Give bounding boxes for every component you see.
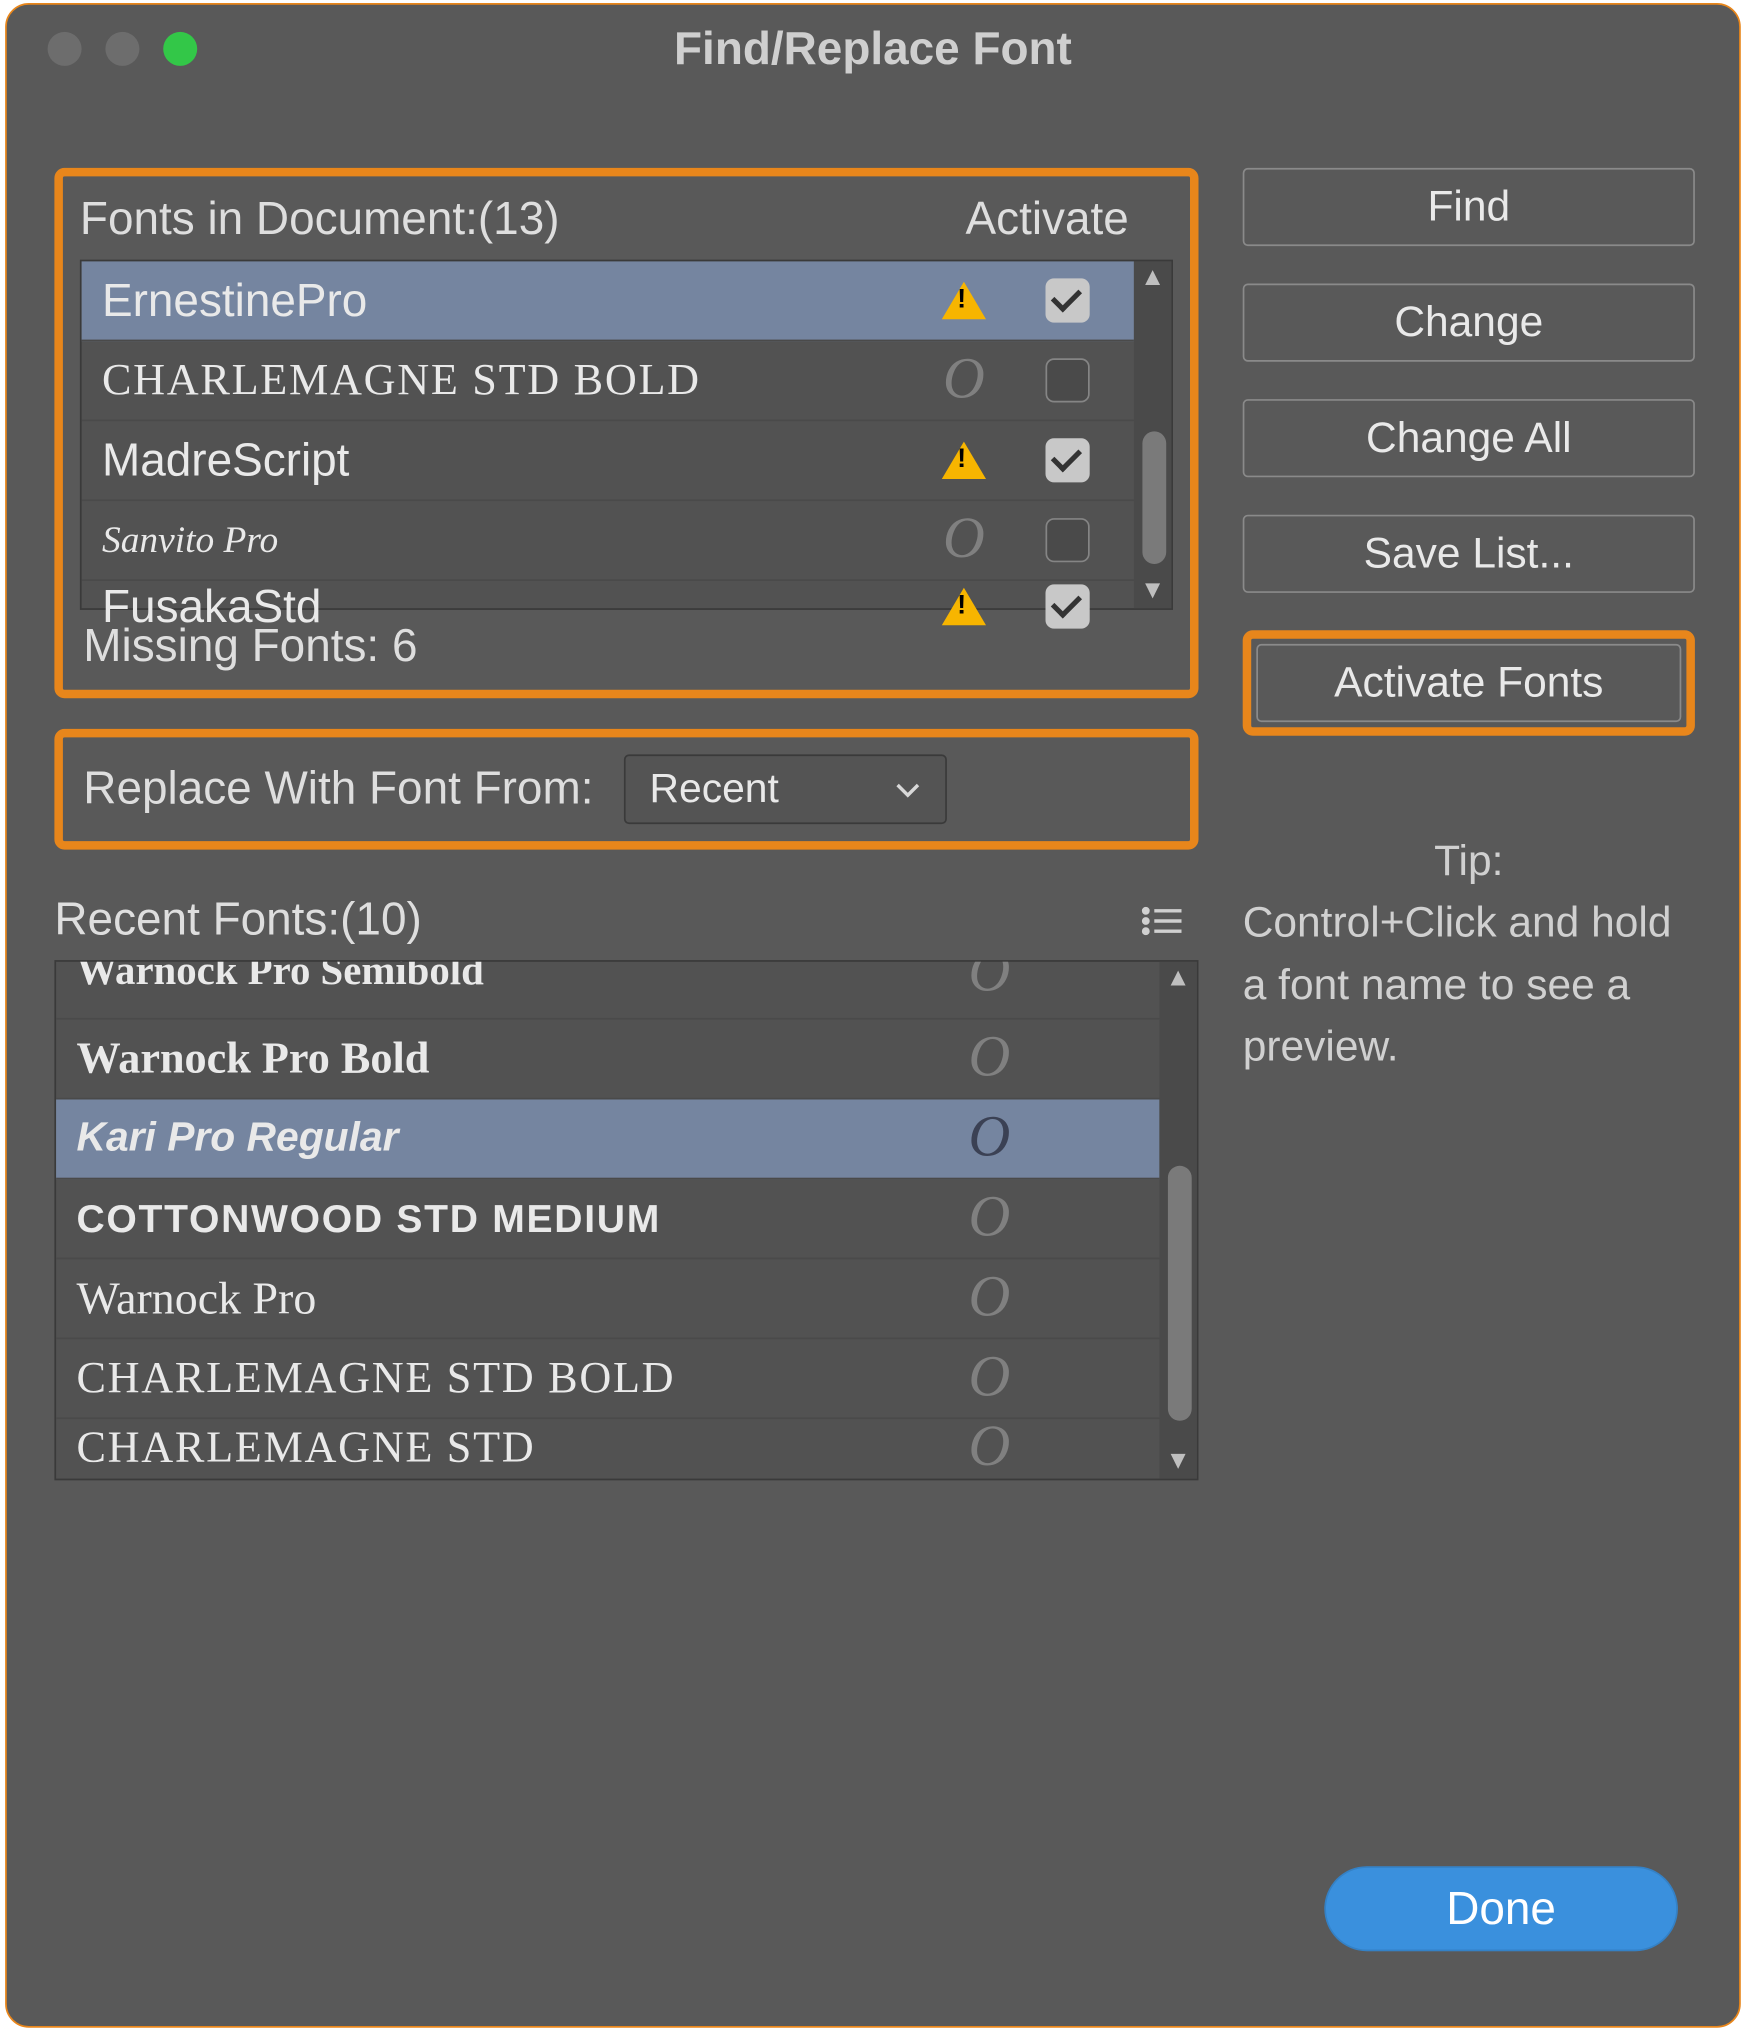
opentype-icon: O: [969, 1270, 1011, 1328]
activate-fonts-highlight: Activate Fonts: [1243, 630, 1695, 735]
font-name: ErnestinePro: [102, 274, 916, 327]
scroll-thumb[interactable]: [1142, 431, 1166, 564]
warning-icon: [942, 282, 986, 319]
window-title: Find/Replace Font: [7, 23, 1739, 76]
change-button[interactable]: Change: [1243, 284, 1695, 362]
font-name: CHARLEMAGNE STD: [77, 1423, 942, 1474]
warning-icon: [942, 442, 986, 479]
close-icon[interactable]: [48, 32, 82, 66]
activate-column-label: Activate: [966, 193, 1129, 246]
font-name: CHARLEMAGNE STD BOLD: [77, 1353, 942, 1404]
font-name: Kari Pro Regular: [77, 1115, 942, 1163]
change-all-button[interactable]: Change All: [1243, 399, 1695, 477]
font-name: Warnock Pro Bold: [77, 1033, 942, 1084]
font-name: CHARLEMAGNE STD BOLD: [102, 355, 916, 406]
list-view-icon[interactable]: [1141, 905, 1182, 936]
recent-fonts-list[interactable]: Warnock Pro Semibold O Warnock Pro Bold …: [54, 960, 1198, 1480]
replace-with-panel: Replace With Font From: Recent: [54, 729, 1198, 850]
opentype-icon: O: [969, 1110, 1011, 1168]
font-row[interactable]: COTTONWOOD STD MEDIUM O: [56, 1179, 1159, 1259]
zoom-icon[interactable]: [163, 32, 197, 66]
fonts-in-document-header: Fonts in Document:(13) Activate: [80, 193, 1173, 246]
scroll-down-icon[interactable]: ▼: [1140, 574, 1165, 608]
chevron-down-icon: [894, 776, 921, 803]
font-row[interactable]: ErnestinePro: [82, 261, 1134, 341]
opentype-icon: O: [969, 1419, 1011, 1477]
save-list-button[interactable]: Save List...: [1243, 515, 1695, 593]
font-name: Warnock Pro Semibold: [77, 962, 942, 996]
minimize-icon[interactable]: [105, 32, 139, 66]
font-row[interactable]: CHARLEMAGNE STD BOLD O: [56, 1339, 1159, 1419]
font-row[interactable]: CHARLEMAGNE STD BOLD O: [82, 341, 1134, 421]
fonts-in-document-list[interactable]: ErnestinePro CHARLEMAGNE STD BOLD O Madr…: [80, 260, 1173, 610]
opentype-icon: O: [969, 962, 1011, 1002]
scroll-thumb[interactable]: [1168, 1166, 1192, 1421]
activate-checkbox[interactable]: [1046, 518, 1090, 562]
done-button[interactable]: Done: [1324, 1866, 1678, 1951]
warning-icon: [942, 588, 986, 625]
font-row[interactable]: Warnock Pro Semibold O: [56, 962, 1159, 1020]
right-column: Find Change Change All Save List... Acti…: [1243, 168, 1695, 1982]
select-value: Recent: [650, 765, 779, 813]
opentype-icon: O: [969, 1349, 1011, 1407]
activate-checkbox[interactable]: [1046, 584, 1090, 628]
left-column: Fonts in Document:(13) Activate Ernestin…: [54, 168, 1198, 1982]
recent-fonts-label: Recent Fonts:(10): [54, 894, 421, 947]
opentype-icon: O: [969, 1190, 1011, 1248]
activate-checkbox[interactable]: [1046, 278, 1090, 322]
font-row[interactable]: Warnock Pro Bold O: [56, 1020, 1159, 1100]
status-cell: O: [916, 352, 1011, 410]
replace-with-label: Replace With Font From:: [83, 763, 593, 816]
status-cell: O: [916, 511, 1011, 569]
content: Fonts in Document:(13) Activate Ernestin…: [7, 120, 1739, 2026]
window-controls: [48, 32, 198, 66]
status-cell: O: [942, 962, 1037, 1019]
scroll-down-icon[interactable]: ▼: [1165, 1445, 1190, 1479]
status-cell: [916, 442, 1011, 479]
scroll-up-icon[interactable]: ▲: [1165, 962, 1190, 996]
replace-source-select[interactable]: Recent: [624, 754, 947, 824]
find-replace-font-window: Find/Replace Font Fonts in Document:(13)…: [5, 3, 1741, 2028]
font-name: Warnock Pro: [77, 1272, 942, 1325]
find-button[interactable]: Find: [1243, 168, 1695, 246]
font-name: Sanvito Pro: [102, 518, 916, 562]
font-row[interactable]: MadreScript: [82, 421, 1134, 501]
fonts-in-document-panel: Fonts in Document:(13) Activate Ernestin…: [54, 168, 1198, 698]
tip-text: Tip: Control+Click and hold a font name …: [1243, 831, 1695, 1078]
font-row[interactable]: FusakaStd: [82, 581, 1134, 632]
font-name: COTTONWOOD STD MEDIUM: [77, 1196, 942, 1242]
font-row[interactable]: Warnock Pro O: [56, 1259, 1159, 1339]
fonts-in-document-label: Fonts in Document:(13): [80, 193, 560, 246]
titlebar: Find/Replace Font: [7, 5, 1739, 93]
activate-fonts-button[interactable]: Activate Fonts: [1256, 644, 1681, 722]
font-row[interactable]: Sanvito Pro O: [82, 501, 1134, 581]
opentype-icon: O: [943, 352, 985, 410]
scrollbar[interactable]: ▲ ▼: [1159, 962, 1196, 1479]
font-row[interactable]: Kari Pro Regular O: [56, 1100, 1159, 1180]
status-cell: [916, 282, 1011, 319]
font-name: FusakaStd: [102, 581, 916, 632]
recent-fonts-header: Recent Fonts:(10): [54, 894, 1198, 947]
scroll-up-icon[interactable]: ▲: [1140, 261, 1165, 295]
font-name: MadreScript: [102, 434, 916, 487]
opentype-icon: O: [943, 511, 985, 569]
scrollbar[interactable]: ▲ ▼: [1134, 261, 1171, 608]
font-row[interactable]: CHARLEMAGNE STD O: [56, 1419, 1159, 1477]
activate-checkbox[interactable]: [1046, 358, 1090, 402]
opentype-icon: O: [969, 1030, 1011, 1088]
activate-checkbox[interactable]: [1046, 438, 1090, 482]
status-cell: [916, 588, 1011, 625]
